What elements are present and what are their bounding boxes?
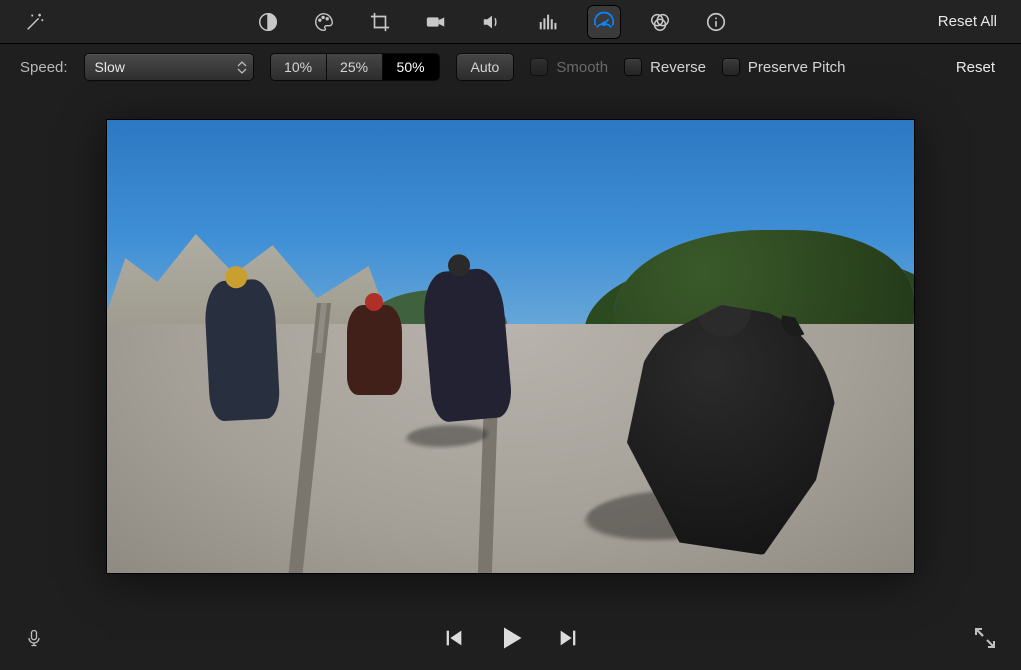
speed-controls-bar: Speed: Slow 10% 25% 50% Auto Smooth Reve… bbox=[0, 44, 1021, 90]
adjustments-toolbar: Reset All bbox=[0, 0, 1021, 44]
preview-scene-skater bbox=[347, 305, 402, 395]
toolbar-right-group: Reset All bbox=[932, 13, 1003, 31]
speedometer-icon[interactable] bbox=[587, 5, 621, 39]
checkbox-box bbox=[624, 58, 642, 76]
next-frame-icon[interactable] bbox=[557, 627, 579, 654]
video-camera-icon[interactable] bbox=[419, 5, 453, 39]
playback-bar bbox=[0, 610, 1021, 670]
speed-50-percent[interactable]: 50% bbox=[383, 54, 439, 80]
play-icon[interactable] bbox=[497, 624, 525, 657]
smooth-label: Smooth bbox=[556, 59, 608, 76]
chevron-updown-icon bbox=[237, 54, 247, 80]
reverse-label: Reverse bbox=[650, 59, 706, 76]
volume-icon[interactable] bbox=[475, 5, 509, 39]
previous-frame-icon[interactable] bbox=[443, 627, 465, 654]
speed-auto-button[interactable]: Auto bbox=[456, 53, 515, 81]
checkbox-box bbox=[722, 58, 740, 76]
speed-label: Speed: bbox=[20, 59, 68, 76]
palette-icon[interactable] bbox=[307, 5, 341, 39]
color-filters-icon[interactable] bbox=[643, 5, 677, 39]
contrast-icon[interactable] bbox=[251, 5, 285, 39]
speed-25-percent[interactable]: 25% bbox=[327, 54, 383, 80]
playback-controls bbox=[0, 624, 1021, 657]
magic-wand-icon[interactable] bbox=[18, 5, 52, 39]
reverse-checkbox[interactable]: Reverse bbox=[624, 58, 706, 76]
reset-all-button[interactable]: Reset All bbox=[932, 9, 1003, 34]
speed-preset-dropdown[interactable]: Slow bbox=[84, 53, 254, 81]
toolbar-left-group bbox=[18, 5, 52, 39]
speed-preset-value: Slow bbox=[95, 59, 125, 75]
equalizer-icon[interactable] bbox=[531, 5, 565, 39]
preview-scene-skater bbox=[421, 267, 514, 423]
speed-percent-segmented: 10% 25% 50% bbox=[270, 53, 440, 81]
speed-reset-button[interactable]: Reset bbox=[950, 55, 1001, 80]
crop-icon[interactable] bbox=[363, 5, 397, 39]
speed-10-percent[interactable]: 10% bbox=[271, 54, 327, 80]
smooth-checkbox: Smooth bbox=[530, 58, 608, 76]
toolbar-center-group bbox=[52, 5, 932, 39]
checkbox-box bbox=[530, 58, 548, 76]
preview-scene-skater bbox=[203, 278, 280, 421]
preserve-pitch-label: Preserve Pitch bbox=[748, 59, 846, 76]
video-preview[interactable] bbox=[107, 120, 914, 573]
preserve-pitch-checkbox[interactable]: Preserve Pitch bbox=[722, 58, 846, 76]
info-icon[interactable] bbox=[699, 5, 733, 39]
